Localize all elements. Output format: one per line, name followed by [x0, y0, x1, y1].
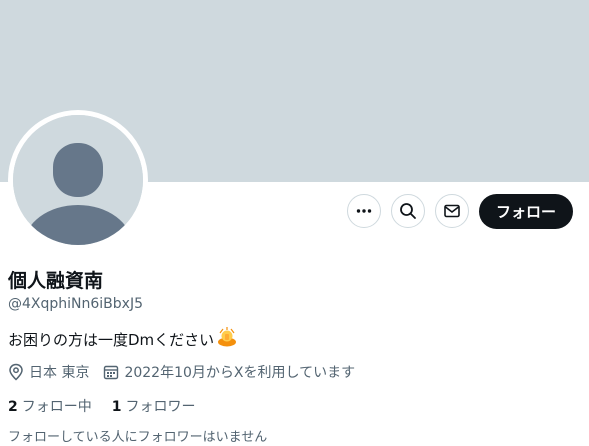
location: 日本 東京 [8, 362, 89, 382]
more-button[interactable] [347, 194, 381, 228]
search-button[interactable] [391, 194, 425, 228]
following-label: フォロー中 [21, 399, 92, 415]
profile-meta: 日本 東京 2022年10月からXを利用しています [8, 362, 369, 382]
followers-count: 1 [111, 399, 122, 415]
join-date-text: 2022年10月からXを利用しています [124, 365, 356, 381]
follow-stats: 2 フォロー中 1 フォロワー [8, 396, 216, 416]
default-avatar-icon [13, 115, 143, 245]
join-date: 2022年10月からXを利用しています [103, 362, 355, 382]
pray-emoji-icon [216, 327, 238, 351]
follow-button[interactable]: フォロー [479, 194, 573, 229]
following-count: 2 [8, 399, 18, 415]
bio-text: お困りの方は一度Dmください [8, 330, 215, 349]
bio: お困りの方は一度Dmください [8, 327, 238, 351]
followers-label: フォロワー [125, 399, 196, 415]
mail-icon [444, 204, 460, 218]
following-link[interactable]: 2 フォロー中 [8, 396, 92, 416]
display-name: 個人融資南 [8, 270, 104, 292]
followed-by-note: フォローしている人にフォロワーはいません [8, 430, 268, 445]
message-button[interactable] [435, 194, 469, 228]
more-icon [356, 209, 372, 213]
location-pin-icon [8, 363, 24, 381]
calendar-icon [103, 364, 119, 380]
search-icon [400, 203, 416, 219]
avatar[interactable] [13, 115, 143, 245]
location-text: 日本 東京 [29, 365, 90, 381]
user-handle: @4XqphiNn6iBbxJ5 [8, 296, 143, 312]
followers-link[interactable]: 1 フォロワー [112, 396, 196, 416]
